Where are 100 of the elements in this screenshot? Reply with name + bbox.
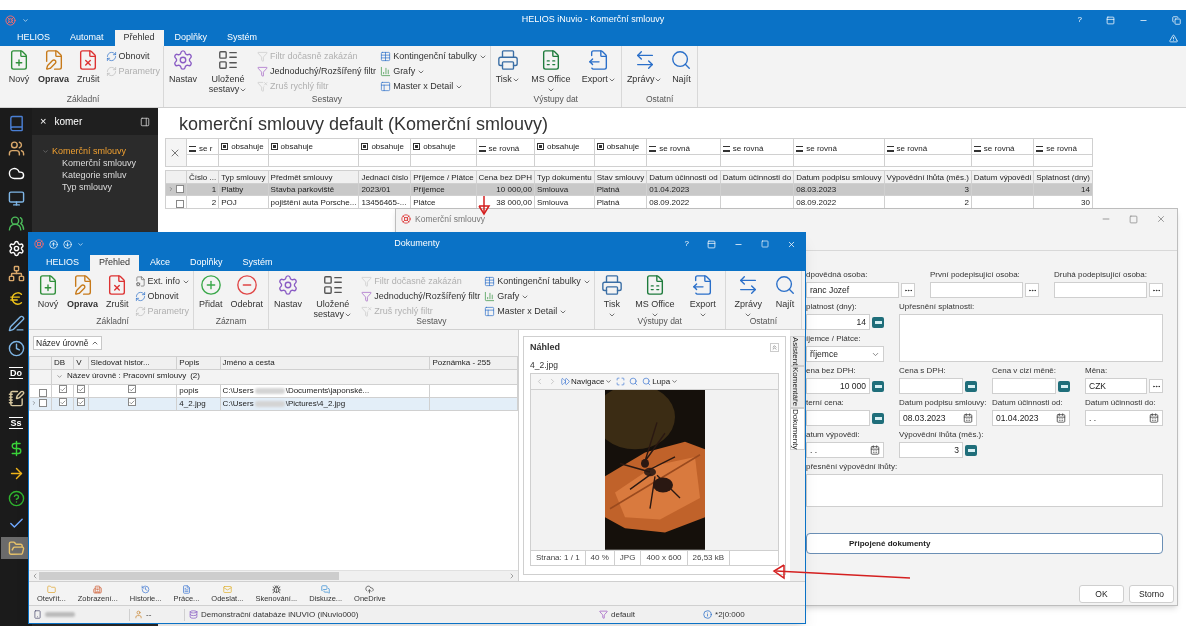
ribbon-button[interactable]: Uložené sestavy bbox=[308, 274, 358, 319]
column-header[interactable]: Příjemce / Plátce bbox=[410, 170, 477, 184]
column-header[interactable]: Jednací číslo bbox=[358, 170, 411, 184]
column-header[interactable]: Typ smlouvy bbox=[218, 170, 269, 184]
calculator-button[interactable] bbox=[872, 316, 884, 328]
browse-button[interactable] bbox=[1025, 283, 1039, 297]
ribbon-button[interactable]: Zrušit bbox=[104, 274, 131, 309]
maximize-icon[interactable] bbox=[1129, 214, 1138, 224]
browse-button[interactable] bbox=[1149, 379, 1163, 393]
close-icon[interactable] bbox=[1156, 214, 1166, 224]
help-button[interactable]: ? bbox=[1077, 14, 1082, 26]
calculator-button[interactable] bbox=[872, 412, 884, 424]
ribbon-button[interactable]: Najít bbox=[668, 49, 695, 84]
column-header[interactable]: Cena bez DPH bbox=[476, 170, 535, 184]
browse-button[interactable] bbox=[1149, 283, 1163, 297]
ribbon-display-icon[interactable] bbox=[707, 239, 716, 249]
ribbon-button[interactable]: Master x Detail bbox=[380, 80, 487, 93]
filter-operator[interactable]: se rovná bbox=[476, 138, 535, 155]
ribbon-button[interactable]: Nový bbox=[35, 274, 61, 309]
dialog-button[interactable]: OK bbox=[1079, 585, 1124, 603]
column-header[interactable]: Jméno a cesta bbox=[220, 356, 430, 370]
search-bar[interactable]: × komer bbox=[32, 108, 158, 135]
close-icon[interactable] bbox=[787, 239, 796, 249]
scroll-right-icon[interactable] bbox=[508, 572, 516, 580]
column-header[interactable]: Výpovědní lhůta (měs.) bbox=[884, 170, 972, 184]
column-header[interactable]: DB bbox=[51, 356, 74, 370]
ribbon-button[interactable]: Nový bbox=[6, 49, 32, 84]
ribbon-tab[interactable]: Přehled bbox=[90, 255, 140, 271]
ribbon-button[interactable]: Grafy bbox=[380, 65, 487, 78]
ribbon-button[interactable]: Zprávy bbox=[624, 49, 665, 84]
column-header[interactable]: Typ dokumentu bbox=[534, 170, 595, 184]
tree-item[interactable]: Typ smlouvy bbox=[32, 181, 158, 193]
filter-operator[interactable]: se rovná bbox=[720, 138, 794, 155]
ribbon-tab[interactable]: Doplňky bbox=[165, 30, 217, 46]
column-header[interactable]: Sledovat histor... bbox=[88, 356, 177, 370]
ribbon-button[interactable]: Ext. info bbox=[134, 275, 191, 288]
up-icon[interactable] bbox=[49, 239, 58, 249]
magnifier-button[interactable]: Lupa bbox=[642, 375, 679, 388]
ribbon-tab[interactable]: Systém bbox=[218, 30, 267, 46]
calendar-icon[interactable] bbox=[1056, 413, 1066, 423]
ribbon-button[interactable]: Grafy bbox=[484, 290, 591, 303]
column-header[interactable]: Předmět smlouvy bbox=[268, 170, 359, 184]
expander-icon[interactable] bbox=[42, 147, 49, 155]
input-field[interactable]: 10 000 bbox=[806, 378, 870, 394]
ribbon-tab[interactable]: Systém bbox=[233, 255, 282, 271]
column-header[interactable]: V bbox=[73, 356, 89, 370]
dropdown-field[interactable]: říjemce bbox=[806, 346, 884, 362]
ribbon-button[interactable]: Obnovit bbox=[105, 50, 161, 63]
date-field[interactable]: 08.03.2023 bbox=[899, 410, 977, 426]
input-field[interactable]: 14 bbox=[806, 314, 870, 330]
ribbon-button[interactable]: Obnovit bbox=[134, 290, 191, 303]
pin-icon[interactable] bbox=[140, 116, 150, 127]
calculator-button[interactable] bbox=[965, 444, 977, 456]
input-field[interactable] bbox=[992, 378, 1056, 394]
ribbon-button[interactable]: Oprava bbox=[36, 49, 72, 84]
filter-operator[interactable]: se rovná bbox=[1033, 138, 1093, 155]
scrollbar-thumb[interactable] bbox=[39, 572, 339, 580]
column-header[interactable]: Číslo ... bbox=[186, 170, 219, 184]
ribbon-button[interactable]: Kontingenční tabulky bbox=[484, 275, 591, 288]
column-header[interactable]: Datum výpovědi bbox=[971, 170, 1034, 184]
column-header[interactable]: Stav smlouvy bbox=[594, 170, 647, 184]
ribbon-button[interactable]: Nastav bbox=[272, 274, 305, 309]
ribbon-tab[interactable]: Přehled bbox=[114, 30, 164, 46]
ribbon-button[interactable]: Tisk bbox=[597, 274, 626, 319]
checkbox[interactable] bbox=[58, 385, 67, 393]
ribbon-tab[interactable]: Akce bbox=[141, 255, 180, 271]
ribbon-button[interactable]: Kontingenční tabulky bbox=[380, 50, 487, 63]
tree-item[interactable]: Komerční smlouvy bbox=[32, 157, 158, 169]
filter-operator[interactable]: obsahuje bbox=[594, 138, 647, 155]
input-field[interactable] bbox=[930, 282, 1023, 298]
filter-operator[interactable]: obsahuje bbox=[268, 138, 359, 155]
filter-operator[interactable]: se rovná bbox=[793, 138, 885, 155]
ribbon-button[interactable]: Master x Detail bbox=[484, 305, 591, 318]
date-field[interactable]: . . bbox=[1085, 410, 1163, 426]
fit-icon[interactable] bbox=[616, 377, 626, 387]
ribbon-button[interactable]: Export bbox=[683, 274, 722, 319]
ribbon-tab[interactable]: HELIOS bbox=[8, 30, 59, 46]
filter-operator[interactable]: obsahuje bbox=[410, 138, 477, 155]
calculator-button[interactable] bbox=[872, 380, 884, 392]
checkbox[interactable] bbox=[128, 398, 137, 406]
browse-button[interactable] bbox=[901, 283, 915, 297]
calculator-button[interactable] bbox=[965, 380, 977, 392]
column-header[interactable]: Poznámka - 255 bbox=[429, 356, 518, 370]
navigation-button[interactable]: Navigace bbox=[561, 375, 613, 388]
filter-operator[interactable]: se rovná bbox=[884, 138, 972, 155]
search-field[interactable]: komer bbox=[54, 114, 125, 129]
column-header[interactable]: Datum účinnosti do bbox=[720, 170, 794, 184]
calculator-button[interactable] bbox=[1058, 380, 1070, 392]
filter-operator[interactable]: se rovná bbox=[646, 138, 721, 155]
caret-icon[interactable] bbox=[77, 240, 84, 248]
side-tab[interactable]: Komentáře bbox=[790, 366, 805, 408]
filter-operator[interactable]: obsahuje bbox=[358, 138, 411, 155]
calendar-icon[interactable] bbox=[963, 413, 973, 423]
ribbon-button[interactable]: Zprávy bbox=[728, 274, 768, 319]
calendar-icon[interactable] bbox=[1149, 413, 1159, 423]
ribbon-button[interactable]: Zrušit bbox=[75, 49, 102, 84]
side-tab[interactable]: Asistent bbox=[790, 336, 805, 367]
expander-icon[interactable] bbox=[56, 372, 63, 380]
input-field[interactable]: ranc Jozef bbox=[806, 282, 899, 298]
ribbon-button[interactable]: Tisk bbox=[493, 49, 522, 84]
